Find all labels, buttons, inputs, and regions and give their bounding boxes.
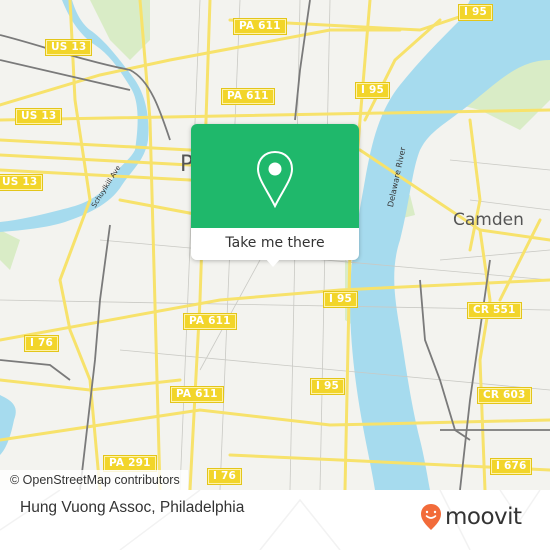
route-shield-i76: I 76 [207, 468, 242, 485]
route-shield-i676: I 676 [489, 458, 533, 475]
popup-pointer [265, 258, 281, 267]
destination-popup: Take me there [191, 124, 359, 267]
route-shield-i95: I 95 [323, 291, 358, 308]
location-pin-icon [256, 150, 294, 208]
route-shield-cr551: CR 551 [467, 302, 522, 319]
moovit-pin-icon [421, 504, 441, 530]
route-shield-i95: I 95 [355, 82, 390, 99]
moovit-wordmark: moovit [445, 504, 522, 530]
route-shield-pa611: PA 611 [170, 386, 224, 403]
route-shield-pa611: PA 611 [183, 313, 237, 330]
route-shield-i95: I 95 [310, 378, 345, 395]
route-shield-i95: I 95 [458, 4, 493, 21]
map-attribution[interactable]: © OpenStreetMap contributors [0, 470, 188, 490]
route-shield-i76: I 76 [24, 335, 59, 352]
camden-label: Camden [453, 210, 524, 230]
route-shield-us13: US 13 [0, 174, 44, 191]
route-shield-pa291: PA 291 [103, 455, 157, 472]
route-shield-pa611: PA 611 [233, 18, 287, 35]
route-shield-pa611: PA 611 [221, 88, 275, 105]
moovit-logo[interactable]: moovit [420, 503, 522, 531]
route-shield-us13: US 13 [44, 39, 93, 56]
route-shield-us13: US 13 [14, 108, 63, 125]
place-name: Hung Vuong Assoc, Philadelphia [20, 499, 245, 516]
route-shield-cr603: CR 603 [477, 387, 532, 404]
take-me-there-button[interactable]: Take me there [191, 228, 359, 258]
